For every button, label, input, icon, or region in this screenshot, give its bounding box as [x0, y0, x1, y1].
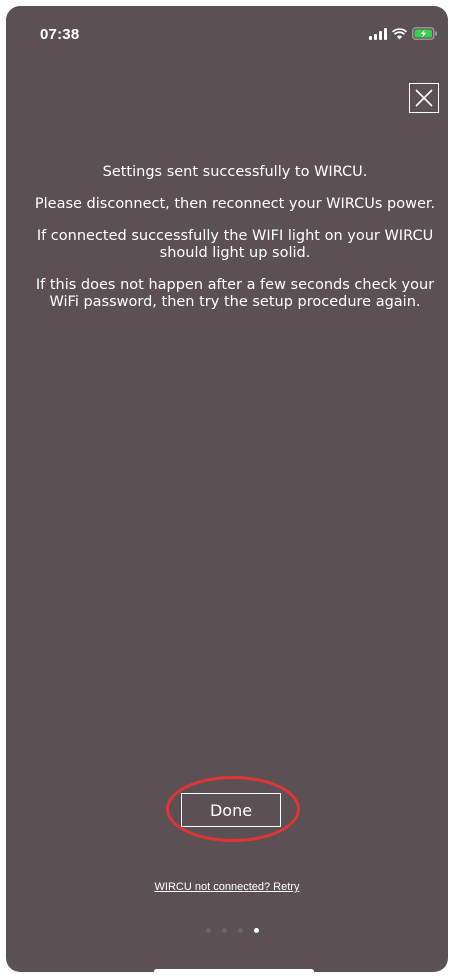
reconnect-instruction: Please disconnect, then reconnect your W… — [34, 196, 436, 212]
status-icons — [369, 27, 438, 40]
battery-charging-icon — [412, 27, 437, 40]
success-message: Settings sent successfully to WIRCU. — [102, 164, 368, 180]
retry-link[interactable]: WIRCU not connected? Retry — [6, 881, 448, 893]
status-time: 07:38 — [40, 26, 80, 43]
setup-message: Settings sent successfully to WIRCU. Ple… — [30, 164, 440, 326]
wifi-light-instruction: If connected successfully the WIFI light… — [36, 228, 434, 261]
home-indicator[interactable] — [154, 969, 314, 972]
close-icon — [415, 89, 433, 107]
page-dot — [237, 928, 243, 933]
setup-complete-screen: 07:38 Settings sent successfully to WIRC… — [6, 6, 448, 972]
close-button[interactable] — [409, 83, 439, 113]
status-bar: 07:38 — [6, 6, 448, 54]
page-indicator — [6, 928, 448, 933]
signal-icon — [369, 27, 387, 40]
page-dot-active — [253, 928, 259, 933]
done-button[interactable]: Done — [181, 793, 281, 827]
troubleshooting-instruction: If this does not happen after a few seco… — [35, 277, 435, 310]
page-dot — [205, 928, 211, 933]
wifi-icon — [392, 27, 407, 39]
phone-frame: 07:38 Settings sent successfully to WIRC… — [0, 0, 454, 978]
page-dot — [221, 928, 227, 933]
